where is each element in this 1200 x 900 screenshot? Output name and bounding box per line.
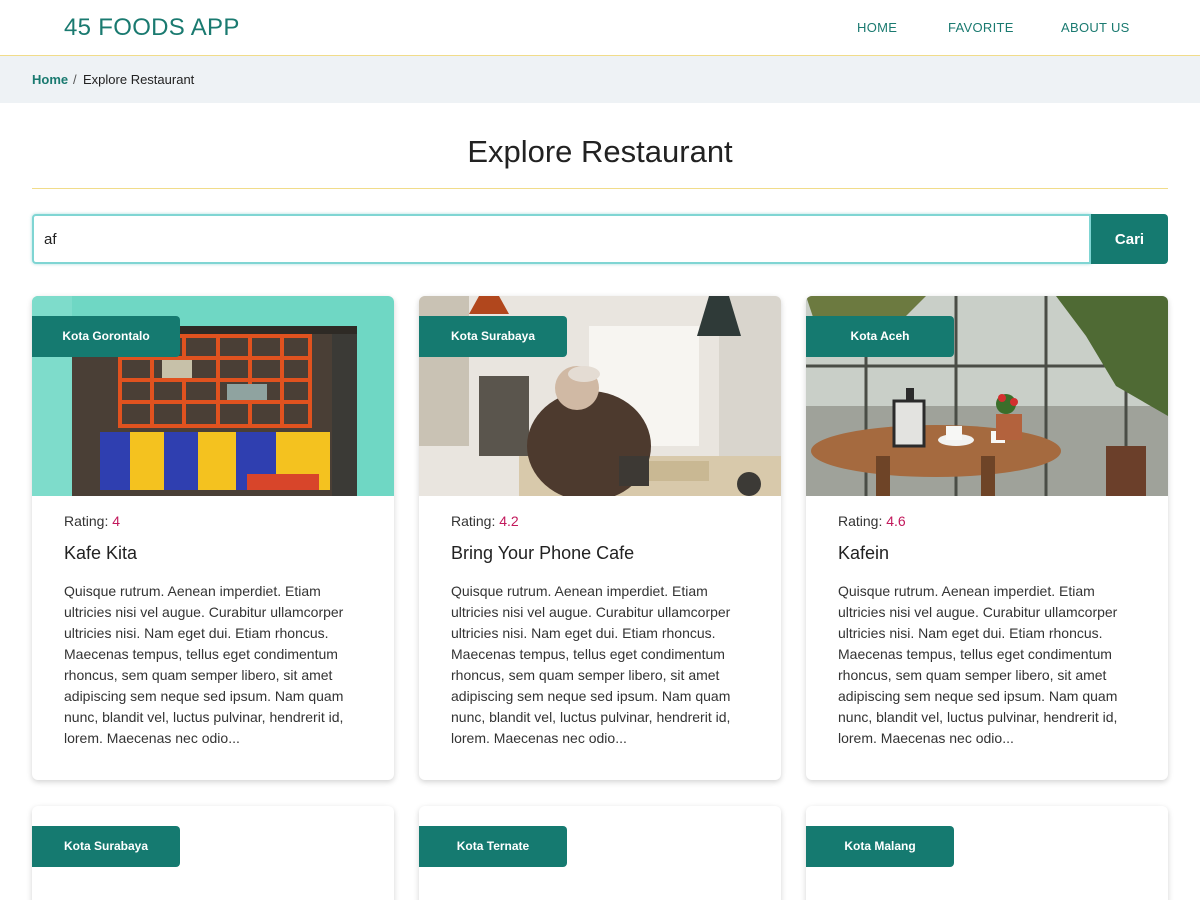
search-input[interactable] [32,214,1091,264]
restaurant-description: Quisque rutrum. Aenean imperdiet. Etiam … [451,583,731,746]
city-badge: Kota Gorontalo [32,316,180,357]
rating-label: Rating: [451,513,496,529]
title-divider [32,188,1168,189]
restaurant-name[interactable]: Bring Your Phone Cafe [451,543,634,564]
city-badge: Kota Ternate [419,826,567,867]
city-badge: Kota Aceh [806,316,954,357]
breadcrumb: Home / Explore Restaurant [0,56,1200,103]
rating-value: 4.2 [499,513,519,529]
rating-value: 4.6 [886,513,906,529]
restaurant-card[interactable]: Kota Ternate [419,806,781,900]
top-navbar: 45 FOODS APP HOME FAVORITE ABOUT US [0,0,1200,56]
breadcrumb-current: Explore Restaurant [83,72,195,87]
rating-label: Rating: [838,513,883,529]
restaurant-description: Quisque rutrum. Aenean imperdiet. Etiam … [838,583,1118,746]
restaurant-card[interactable]: Kota Gorontalo Rating: 4 Kafe Kita Quisq… [32,296,394,780]
city-badge: Kota Surabaya [419,316,567,357]
restaurant-name[interactable]: Kafein [838,543,889,564]
restaurant-card[interactable]: Kota Surabaya [32,806,394,900]
rating-label: Rating: [64,513,109,529]
nav-about-us-link[interactable]: ABOUT US [1061,20,1130,35]
city-badge: Kota Malang [806,826,954,867]
nav-home-link[interactable]: HOME [857,20,897,35]
rating-value: 4 [112,513,121,529]
search-button[interactable]: Cari [1091,214,1168,264]
rating: Rating: 4 [64,513,120,529]
rating: Rating: 4.6 [838,513,906,529]
page-title: Explore Restaurant [467,134,733,169]
nav-favorite-link[interactable]: FAVORITE [948,20,1014,35]
main-nav: HOME FAVORITE ABOUT US [800,20,1200,40]
breadcrumb-home-link[interactable]: Home [32,72,68,87]
restaurant-card[interactable]: Kota Aceh Rating: 4.6 Kafein Quisque rut… [806,296,1168,780]
restaurant-card[interactable]: Kota Malang [806,806,1168,900]
restaurant-name[interactable]: Kafe Kita [64,543,137,564]
restaurant-card[interactable]: Kota Surabaya Rating: 4.2 Bring Your Pho… [419,296,781,780]
rating: Rating: 4.2 [451,513,519,529]
breadcrumb-separator: / [73,72,77,87]
app-brand[interactable]: 45 FOODS APP [64,14,240,42]
city-badge: Kota Surabaya [32,826,180,867]
restaurant-description: Quisque rutrum. Aenean imperdiet. Etiam … [64,583,344,746]
